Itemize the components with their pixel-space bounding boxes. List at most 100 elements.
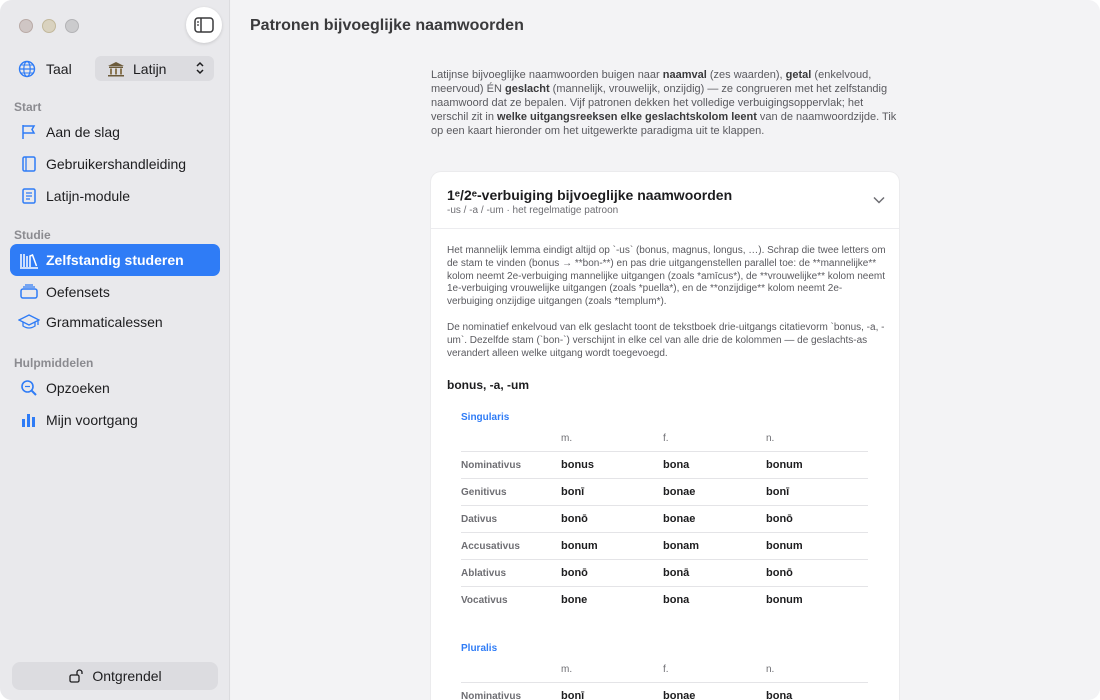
language-row: Taal Latijn (18, 56, 214, 81)
app-window: Taal Latijn Start Aan de slag Gebruikers… (0, 0, 1100, 700)
form-n: bonō (766, 513, 793, 525)
sidebar-item-gebruikershandleiding[interactable]: Gebruikershandleiding (10, 148, 220, 180)
sidebar-item-oefensets[interactable]: Oefensets (10, 276, 220, 308)
graduation-cap-icon (18, 311, 40, 333)
sidebar-item-mijn-voortgang[interactable]: Mijn voortgang (10, 404, 220, 436)
sidebar-item-latijn-module[interactable]: Latijn-module (10, 180, 220, 212)
case-label: Accusativus (461, 541, 520, 552)
section-start: Start (14, 100, 42, 114)
form-n: bona (766, 690, 793, 700)
form-n: bonum (766, 594, 803, 606)
flag-icon (18, 121, 40, 143)
table-row: Nominativus bonī bonae bona (461, 682, 868, 700)
case-label: Nominativus (461, 460, 522, 471)
column-header-m: m. (561, 664, 573, 675)
form-m: bonī (561, 486, 585, 498)
form-f: bonā (663, 567, 690, 579)
card-title: 1ᵉ/2ᵉ-verbuiging bijvoeglijke naamwoorde… (447, 187, 733, 203)
lemma-heading: bonus, -a, -um (447, 378, 529, 392)
form-m: bone (561, 594, 588, 606)
sidebar-item-aan-de-slag[interactable]: Aan de slag (10, 116, 220, 148)
unlock-label: Ontgrendel (92, 668, 162, 684)
magnifier-icon (18, 377, 40, 399)
card-subtitle: -us / -a / -um · het regelmatige patroon (447, 205, 619, 216)
column-header-f: f. (663, 664, 669, 675)
sidebar-item-opzoeken[interactable]: Opzoeken (10, 372, 220, 404)
lock-open-icon (69, 669, 84, 683)
stack-icon (18, 281, 40, 303)
column-header-n: n. (766, 664, 775, 675)
sidebar: Taal Latijn Start Aan de slag Gebruikers… (0, 0, 230, 700)
sidebar-item-label: Zelfstandig studeren (46, 252, 184, 268)
intro-emphasis: getal (785, 69, 812, 81)
sidebar-item-label: Grammaticalessen (46, 314, 163, 330)
language-label: Taal (46, 60, 72, 77)
sidebar-item-label: Opzoeken (46, 380, 110, 396)
book-icon (18, 153, 40, 175)
form-m: bonō (561, 567, 588, 579)
form-f: bonae (663, 513, 696, 525)
minimize-window-button[interactable] (42, 19, 56, 33)
form-f: bona (663, 459, 690, 471)
intro-text: (zes waarden), (706, 69, 786, 81)
plural-label: Pluralis (461, 643, 498, 654)
close-window-button[interactable] (19, 19, 33, 33)
singular-label: Singularis (461, 412, 510, 423)
card-note: De nominatief enkelvoud van elk geslacht… (447, 322, 885, 359)
library-icon (18, 249, 40, 271)
intro-text: Latijnse bijvoeglijke naamwoorden buigen… (431, 69, 663, 81)
main-content: Patronen bijvoeglijke naamwoorden Latijn… (231, 0, 1100, 700)
column-header-f: f. (663, 433, 669, 444)
card-explanation: Het mannelijk lemma eindigt altijd op `-… (447, 245, 886, 308)
form-m: bonī (561, 690, 585, 700)
page-title: Patronen bijvoeglijke naamwoorden (250, 17, 524, 34)
temple-icon (108, 61, 124, 76)
table-row: Accusativus bonum bonam bonum (461, 532, 868, 559)
form-n: bonī (766, 486, 790, 498)
pattern-card[interactable]: 1ᵉ/2ᵉ-verbuiging bijvoeglijke naamwoorde… (431, 172, 899, 700)
language-select[interactable]: Latijn (95, 56, 214, 81)
table-row: Dativus bonō bonae bonō (461, 505, 868, 532)
case-label: Vocativus (461, 595, 508, 606)
sidebar-item-grammaticalessen[interactable]: Grammaticalessen (10, 306, 220, 338)
form-n: bonum (766, 540, 803, 552)
column-header-m: m. (561, 433, 573, 444)
case-label: Genitivus (461, 487, 507, 498)
case-label: Dativus (461, 514, 498, 525)
column-header-n: n. (766, 433, 775, 444)
sidebar-icon (194, 17, 214, 33)
form-n: bonum (766, 459, 803, 471)
form-f: bona (663, 594, 690, 606)
intro-paragraph: Latijnse bijvoeglijke naamwoorden buigen… (431, 68, 901, 138)
section-studie: Studie (14, 228, 51, 242)
sidebar-item-zelfstandig-studeren[interactable]: Zelfstandig studeren (10, 244, 220, 276)
table-row: Genitivus bonī bonae bonī (461, 478, 868, 505)
form-f: bonae (663, 486, 696, 498)
intro-emphasis: geslacht (504, 83, 550, 95)
document-icon (18, 185, 40, 207)
zoom-window-button[interactable] (65, 19, 79, 33)
sidebar-item-label: Mijn voortgang (46, 412, 138, 428)
card-divider (431, 228, 899, 229)
sidebar-toggle-button[interactable] (186, 7, 222, 43)
table-row: Nominativus bonus bona bonum (461, 451, 868, 478)
sidebar-item-label: Aan de slag (46, 124, 120, 140)
table-row: Vocativus bone bona bonum (461, 586, 868, 613)
chevron-up-down-icon (196, 61, 204, 75)
unlock-button[interactable]: Ontgrendel (12, 662, 218, 690)
sidebar-item-label: Latijn-module (46, 188, 131, 204)
chevron-down-icon[interactable] (873, 196, 885, 204)
form-m: bonus (561, 459, 594, 471)
window-controls (19, 19, 79, 33)
form-f: bonae (663, 690, 696, 700)
form-m: bonum (561, 540, 598, 552)
bar-chart-icon (18, 409, 40, 431)
form-n: bonō (766, 567, 793, 579)
intro-emphasis: welke uitgangsreeksen elke geslachtskolo… (497, 111, 757, 123)
section-hulpmiddelen: Hulpmiddelen (14, 356, 94, 370)
sidebar-item-label: Oefensets (46, 284, 110, 300)
case-label: Nominativus (461, 691, 522, 700)
table-row: Ablativus bonō bonā bonō (461, 559, 868, 586)
intro-emphasis: naamval (662, 69, 707, 81)
globe-icon (18, 60, 36, 77)
